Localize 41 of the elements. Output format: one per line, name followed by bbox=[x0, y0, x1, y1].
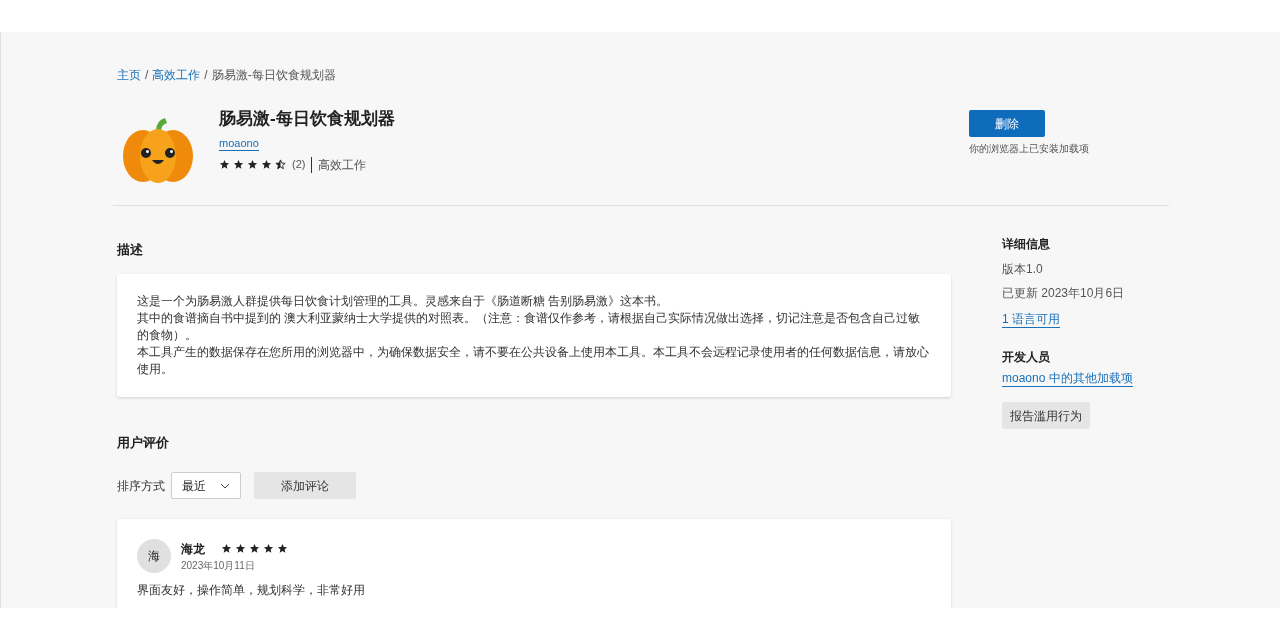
star-icon bbox=[261, 159, 272, 170]
breadcrumb-separator: / bbox=[145, 67, 149, 84]
star-icon bbox=[233, 159, 244, 170]
breadcrumb-link[interactable]: 高效工作 bbox=[152, 66, 201, 84]
star-icon bbox=[249, 543, 260, 554]
star-icon bbox=[247, 159, 258, 170]
add-review-button[interactable]: 添加评论 bbox=[254, 472, 356, 499]
half-star-icon bbox=[275, 159, 286, 170]
breadcrumb-separator: / bbox=[204, 67, 208, 84]
sort-dropdown[interactable]: 最近 bbox=[171, 472, 241, 499]
details-heading: 详细信息 bbox=[1002, 236, 1051, 253]
star-icon bbox=[235, 543, 246, 554]
languages-link[interactable]: 1 语言可用 bbox=[1002, 311, 1060, 328]
version-text: 版本1.0 bbox=[1002, 261, 1044, 278]
star-icon bbox=[219, 159, 230, 170]
report-abuse-button[interactable]: 报告滥用行为 bbox=[1002, 402, 1090, 429]
developer-link[interactable]: moaono 中的其他加载项 bbox=[1002, 370, 1133, 387]
star-icon bbox=[277, 543, 288, 554]
description-text: 这是一个为肠易激人群提供每日饮食计划管理的工具。灵感来自于《肠道断糖 告别肠易激》这本书。 bbox=[137, 292, 670, 310]
star-icon bbox=[263, 543, 274, 554]
author-link[interactable]: moaono bbox=[219, 135, 259, 151]
review-date: 2023年10月11日 bbox=[181, 558, 256, 573]
breadcrumb-link[interactable]: 主页 bbox=[117, 66, 141, 84]
reviewer-name: 海龙 bbox=[181, 540, 205, 558]
description-text: 本工具产生的数据保存在您所用的浏览器中，为确保数据安全，请不要在公共设备上使用本工具。本工具不会远程记录使用者的任何数据信息，请放心使用。 bbox=[137, 343, 930, 378]
addon-title: 肠易激-每日饮食规划器 bbox=[219, 108, 395, 130]
star-icon bbox=[221, 543, 232, 554]
developer-heading: 开发人员 bbox=[1002, 349, 1051, 366]
breadcrumb-current: 肠易激-每日饮食规划器 bbox=[211, 67, 336, 84]
section-heading: 用户评价 bbox=[117, 433, 170, 452]
installed-note: 你的浏览器上已安装加载项 bbox=[969, 142, 1090, 156]
avatar: 海 bbox=[137, 539, 171, 573]
description-text: 其中的食谱摘自书中提到的 澳大利亚蒙纳士大学提供的对照表。（注意：食谱仅作参考，请根据自己实际情况做出选择，切记注意是否包含自己过敏的食物）。 bbox=[137, 309, 922, 344]
chevron-down-icon bbox=[220, 482, 230, 489]
remove-button[interactable]: 删除 bbox=[969, 110, 1045, 137]
rating-count: (2) bbox=[292, 157, 306, 173]
category-label: 高效工作 bbox=[318, 156, 367, 174]
updated-text: 已更新 2023年10月6日 bbox=[1002, 285, 1126, 302]
review-text: 界面友好，操作简单，规划科学，非常好用 bbox=[137, 582, 366, 599]
sort-label: 排序方式 bbox=[117, 477, 165, 495]
section-heading: 描述 bbox=[117, 241, 144, 259]
